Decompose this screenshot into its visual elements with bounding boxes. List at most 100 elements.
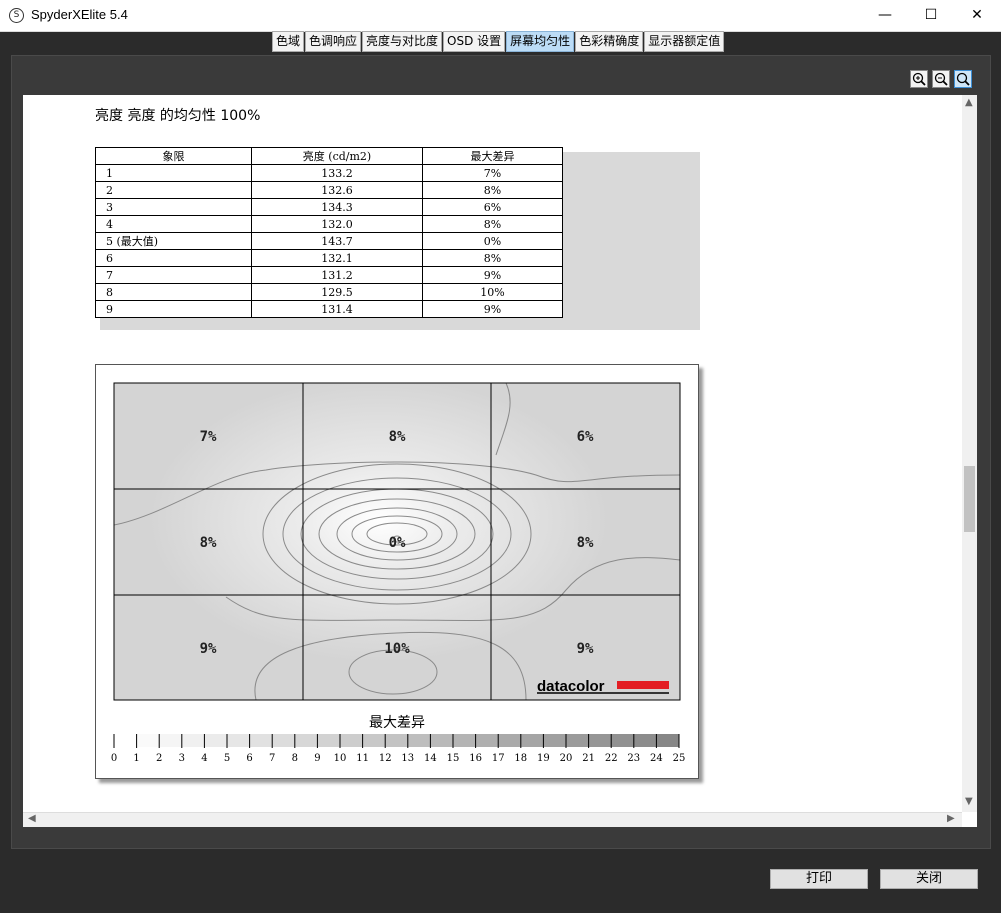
scale-label: 15	[447, 753, 460, 764]
scale-label: 7	[269, 753, 275, 764]
luminance-cell: 134.3	[251, 198, 423, 216]
luminance-cell: 132.0	[251, 215, 423, 233]
logo-red-bar	[617, 681, 669, 689]
scale-swatch	[272, 734, 295, 747]
vertical-scroll-thumb[interactable]	[964, 466, 975, 532]
scale-swatch	[114, 734, 137, 747]
scale-swatch	[340, 734, 363, 747]
tab-5[interactable]: 色彩精确度	[575, 31, 644, 52]
tab-6[interactable]: 显示器额定值	[644, 31, 725, 52]
quadrant-cell: 6	[95, 249, 252, 267]
tab-4[interactable]: 屏幕均匀性	[506, 31, 575, 52]
report-heading: 亮度 亮度 的均匀性 100%	[95, 108, 261, 124]
luminance-cell: 132.6	[251, 181, 423, 199]
scale-label: 14	[424, 753, 437, 764]
zoom-out-icon[interactable]	[932, 70, 950, 88]
quadrant-label-1: 7%	[200, 429, 217, 445]
scale-label: 19	[537, 753, 550, 764]
report-tabs: 色域 色调响应 亮度与对比度 OSD 设置 屏幕均匀性 色彩精确度 显示器额定值	[272, 31, 725, 52]
zoom-in-icon[interactable]	[910, 70, 928, 88]
column-header-max-diff: 最大差异	[422, 147, 563, 165]
difference-scale: 0 1 2 3 4 5 6 7 8 9 10 11 12 13 14 15 16 17 18 19 20 21 22 23 24…	[111, 734, 686, 764]
uniformity-map: 7% 8% 6%8% 0% 8%9% 10% 9% datacolor 最大差异 01234…	[111, 382, 686, 764]
scale-swatch	[566, 734, 589, 747]
scale-label: 18	[514, 753, 527, 764]
quadrant-cell: 2	[95, 181, 252, 199]
quadrant-cell: 8	[95, 283, 252, 301]
max-diff-cell: 7%	[422, 164, 563, 182]
quadrant-label-4: 8%	[200, 535, 217, 551]
scale-swatch	[453, 734, 476, 747]
uniformity-table: 象限 亮度 (cd/m2) 最大差异 1 133.2 7% 2 132.6 8% 3 134.…	[95, 147, 563, 318]
luminance-cell: 131.2	[251, 266, 423, 284]
scale-swatch	[181, 734, 205, 747]
max-diff-cell: 0%	[422, 232, 563, 250]
scroll-right-icon[interactable]: ▶	[947, 813, 955, 824]
quadrant-cell: 1	[95, 164, 252, 182]
uniformity-map-card: 7% 8% 6% 8% 0% 8% 9% 10% 9% datacolor 最大差异 01234…	[95, 364, 699, 779]
scale-label: 0	[111, 753, 117, 764]
tab-0[interactable]: 色域	[272, 31, 305, 52]
scale-swatch	[633, 734, 657, 747]
table-row: 8 129.5 10%	[95, 283, 563, 301]
scale-label: 24	[650, 753, 663, 764]
table-row: 7 131.2 9%	[95, 266, 563, 284]
scale-label: 16	[469, 753, 482, 764]
vertical-scrollbar[interactable]: ▲ ▼	[962, 95, 977, 812]
scale-label: 3	[179, 753, 185, 764]
scale-swatch	[656, 734, 679, 747]
scroll-up-icon[interactable]: ▲	[965, 97, 973, 108]
scale-label: 9	[314, 753, 320, 764]
column-header-quadrant: 象限	[95, 147, 252, 165]
scroll-corner	[962, 812, 977, 827]
tab-2[interactable]: 亮度与对比度	[362, 31, 443, 52]
quadrant-label-3: 6%	[577, 429, 594, 445]
scale-label: 6	[246, 753, 252, 764]
table-row: 9 131.4 9%	[95, 300, 563, 318]
scale-label: 25	[673, 753, 686, 764]
tab-1[interactable]: 色调响应	[305, 31, 362, 52]
zoom-fit-icon[interactable]	[954, 70, 972, 88]
report-page: 亮度 亮度 的均匀性 100% 象限 亮度 (cd/m2) 最大差异 1 133.…	[23, 95, 962, 812]
scale-swatch	[204, 734, 227, 747]
tab-3[interactable]: OSD 设置	[443, 31, 506, 52]
scale-label: 20	[560, 753, 573, 764]
horizontal-scrollbar[interactable]: ◀ ▶	[23, 812, 962, 827]
luminance-cell: 143.7	[251, 232, 423, 250]
quadrant-label-8: 10%	[384, 641, 410, 657]
scale-swatch	[407, 734, 431, 747]
scroll-left-icon[interactable]: ◀	[28, 813, 36, 824]
table-header-row: 象限 亮度 (cd/m2) 最大差异	[95, 147, 563, 165]
scale-label: 5	[224, 753, 230, 764]
table-row: 3 134.3 6%	[95, 198, 563, 216]
print-button[interactable]: 打印	[770, 869, 868, 889]
minimize-button[interactable]: —	[862, 0, 908, 31]
close-button[interactable]: 关闭	[880, 869, 978, 889]
scale-swatch	[520, 734, 544, 747]
quadrant-cell: 5 (最大值)	[95, 232, 252, 250]
luminance-cell: 129.5	[251, 283, 423, 301]
scale-swatch	[611, 734, 634, 747]
scale-label: 12	[379, 753, 392, 764]
scale-swatch	[136, 734, 160, 747]
scale-label: 10	[334, 753, 347, 764]
legend-title: 最大差异	[369, 715, 425, 731]
scale-swatch	[385, 734, 408, 747]
scale-label: 21	[582, 753, 595, 764]
table-row: 2 132.6 8%	[95, 181, 563, 199]
close-window-button[interactable]: ✕	[954, 0, 1000, 31]
quadrant-label-6: 8%	[577, 535, 594, 551]
scale-label: 11	[356, 753, 369, 764]
scale-swatch	[588, 734, 612, 747]
scale-swatch	[317, 734, 340, 747]
scale-label: 22	[605, 753, 618, 764]
scale-label: 1	[133, 753, 139, 764]
scale-label: 4	[201, 753, 207, 764]
window-title: SpyderXElite 5.4	[31, 7, 128, 22]
scale-swatch	[498, 734, 521, 747]
scroll-down-icon[interactable]: ▼	[965, 796, 973, 807]
max-diff-cell: 10%	[422, 283, 563, 301]
max-diff-cell: 6%	[422, 198, 563, 216]
title-bar: S SpyderXElite 5.4 — ☐ ✕	[0, 0, 1001, 32]
maximize-button[interactable]: ☐	[908, 0, 954, 31]
